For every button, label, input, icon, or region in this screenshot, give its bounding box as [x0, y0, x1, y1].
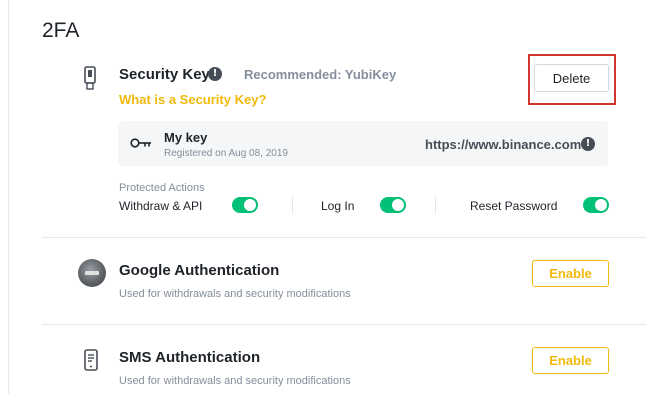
protected-actions-label: Protected Actions [119, 182, 205, 194]
action-withdraw-api-label: Withdraw & API [119, 199, 203, 213]
info-icon[interactable]: ! [581, 137, 595, 151]
section-divider [42, 237, 646, 238]
page-title: 2FA [42, 19, 80, 42]
google-authenticator-icon [78, 259, 106, 287]
usb-key-icon [84, 66, 96, 90]
sms-auth-enable-button[interactable]: Enable [532, 347, 609, 374]
key-url: https://www.binance.com [425, 137, 582, 152]
security-key-title: Security Key [119, 66, 210, 83]
withdraw-api-toggle[interactable] [232, 197, 258, 213]
action-reset-password-label: Reset Password [470, 199, 558, 213]
key-icon [130, 138, 151, 148]
google-auth-description: Used for withdrawals and security modifi… [119, 288, 351, 300]
key-registered-date: Registered on Aug 08, 2019 [164, 148, 288, 159]
what-is-security-key-link[interactable]: What is a Security Key? [119, 92, 266, 107]
registered-key-card: My key Registered on Aug 08, 2019 https:… [118, 121, 608, 166]
info-icon[interactable]: ! [208, 67, 222, 81]
google-auth-enable-button[interactable]: Enable [532, 260, 609, 287]
separator [292, 196, 293, 214]
recommended-label: Recommended: YubiKey [244, 67, 397, 82]
action-log-in-label: Log In [321, 199, 355, 213]
key-name: My key [164, 130, 208, 145]
sms-auth-description: Used for withdrawals and security modifi… [119, 375, 351, 387]
section-divider [42, 324, 646, 325]
google-auth-title: Google Authentication [119, 262, 280, 279]
separator [435, 196, 436, 214]
sms-auth-title: SMS Authentication [119, 349, 261, 366]
log-in-toggle[interactable] [380, 197, 406, 213]
reset-password-toggle[interactable] [583, 197, 609, 213]
phone-icon [84, 349, 98, 371]
delete-button[interactable]: Delete [534, 64, 609, 92]
